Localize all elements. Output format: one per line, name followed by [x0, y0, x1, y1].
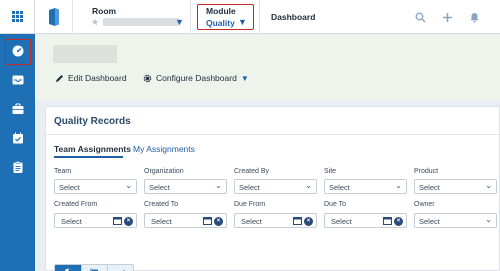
created-from-label: Created From — [54, 201, 98, 208]
due-from-datepicker[interactable]: Select × — [234, 213, 317, 228]
clear-icon[interactable]: × — [304, 217, 313, 226]
owner-label: Owner — [414, 201, 435, 208]
sidebar — [0, 0, 35, 271]
sidebar-item-records[interactable] — [0, 152, 35, 181]
tab-my-assignments[interactable]: My Assignments — [133, 144, 195, 154]
star-icon[interactable]: ★ — [91, 17, 99, 28]
calendar-icon[interactable] — [383, 216, 392, 225]
team-label: Team — [54, 168, 72, 175]
module-value[interactable]: Quality — [206, 18, 235, 28]
due-from-label: Due From — [234, 201, 266, 208]
bar-horizontal-icon — [90, 268, 98, 271]
sidebar-item-tasks[interactable] — [0, 123, 35, 152]
chevron-down-icon: ⌄ — [305, 181, 312, 190]
quality-records-widget: Quality Records Team Assignments My Assi… — [45, 106, 500, 271]
chevron-down-icon: ⌄ — [125, 181, 132, 190]
dashboard-header: Edit Dashboard Configure Dashboard ▼ — [35, 35, 500, 100]
sidebar-item-projects[interactable] — [0, 94, 35, 123]
sidebar-item-dashboard[interactable] — [0, 36, 35, 65]
organization-select[interactable]: Select ⌄ — [144, 179, 227, 194]
owner-select[interactable]: Select ⌄ — [414, 213, 497, 228]
pie-chart-icon — [64, 268, 72, 271]
due-to-value: Select — [331, 217, 352, 226]
created-by-select[interactable]: Select ⌄ — [234, 179, 317, 194]
organization-label: Organization — [144, 168, 184, 175]
created-from-datepicker[interactable]: Select × — [54, 213, 137, 228]
sidebar-item-inbox[interactable] — [0, 65, 35, 94]
site-select[interactable]: Select ⌄ — [324, 179, 407, 194]
dashboard-gauge-icon — [12, 45, 23, 56]
configure-dashboard-label: Configure Dashboard — [156, 73, 237, 83]
clipboard-icon — [13, 160, 22, 173]
edit-dashboard-button[interactable]: Edit Dashboard — [55, 73, 127, 83]
app-grid-button[interactable] — [0, 0, 35, 34]
room-selector-value[interactable] — [103, 18, 179, 26]
created-from-value: Select — [61, 217, 82, 226]
site-label: Site — [324, 168, 337, 175]
configure-dashboard-button[interactable]: Configure Dashboard ▼ — [143, 73, 249, 83]
search-button[interactable] — [413, 10, 427, 24]
chevron-down-icon: ▼ — [240, 73, 249, 83]
chevron-down-icon: ⌄ — [485, 215, 492, 224]
tab-team-assignments[interactable]: Team Assignments — [54, 144, 131, 154]
team-select[interactable]: Select ⌄ — [54, 179, 137, 194]
grid-icon — [11, 11, 23, 22]
active-tab-indicator — [54, 156, 123, 158]
top-bar: Room ★ ▼ Module Quality ▼ Dashboard — [35, 0, 500, 34]
divider — [190, 0, 191, 34]
edit-dashboard-label: Edit Dashboard — [68, 73, 127, 83]
divider — [259, 0, 260, 34]
owner-select-value: Select — [419, 217, 440, 226]
clear-icon[interactable]: × — [394, 217, 403, 226]
due-to-datepicker[interactable]: Select × — [324, 213, 407, 228]
room-label: Room — [92, 6, 117, 16]
bar-view-button[interactable] — [81, 265, 107, 271]
area-chart-icon — [118, 269, 125, 271]
chevron-down-icon: ⌄ — [215, 181, 222, 190]
clear-icon[interactable]: × — [214, 217, 223, 226]
due-to-label: Due To — [324, 201, 347, 208]
chevron-down-icon[interactable]: ▼ — [238, 17, 247, 27]
calendar-check-icon — [12, 132, 23, 143]
search-icon — [415, 12, 425, 22]
site-select-value: Select — [329, 183, 350, 192]
clear-icon[interactable]: × — [124, 217, 133, 226]
gear-icon — [143, 74, 152, 82]
divider — [46, 134, 499, 135]
plus-icon — [442, 12, 452, 22]
created-to-value: Select — [151, 217, 172, 226]
due-from-value: Select — [241, 217, 262, 226]
organization-select-value: Select — [149, 183, 170, 192]
pie-view-button[interactable] — [55, 265, 81, 271]
pencil-icon — [56, 74, 63, 82]
calendar-icon[interactable] — [203, 216, 212, 225]
dashboard-title — [53, 45, 117, 63]
breadcrumb: Dashboard — [271, 12, 316, 22]
widget-title: Quality Records — [54, 116, 131, 127]
area-view-button[interactable] — [107, 265, 133, 271]
logo-icon — [48, 8, 59, 26]
chevron-down-icon[interactable]: ▼ — [175, 17, 184, 27]
team-select-value: Select — [59, 183, 80, 192]
calendar-icon[interactable] — [293, 216, 302, 225]
module-label: Module — [206, 6, 236, 16]
product-label: Product — [414, 168, 439, 175]
inbox-icon — [12, 75, 23, 84]
bell-icon — [470, 12, 478, 22]
chart-view-toggle — [54, 264, 134, 271]
notifications-button[interactable] — [467, 10, 481, 24]
created-by-select-value: Select — [239, 183, 260, 192]
chevron-down-icon: ⌄ — [395, 181, 402, 190]
created-to-datepicker[interactable]: Select × — [144, 213, 227, 228]
created-to-label: Created To — [144, 201, 179, 208]
chevron-down-icon: ⌄ — [485, 181, 492, 190]
add-button[interactable] — [440, 10, 454, 24]
product-select[interactable]: Select ⌄ — [414, 179, 497, 194]
briefcase-icon — [12, 103, 23, 114]
calendar-icon[interactable] — [113, 216, 122, 225]
product-select-value: Select — [419, 183, 440, 192]
created-by-label: Created By — [234, 168, 270, 175]
app-logo[interactable] — [35, 0, 73, 34]
